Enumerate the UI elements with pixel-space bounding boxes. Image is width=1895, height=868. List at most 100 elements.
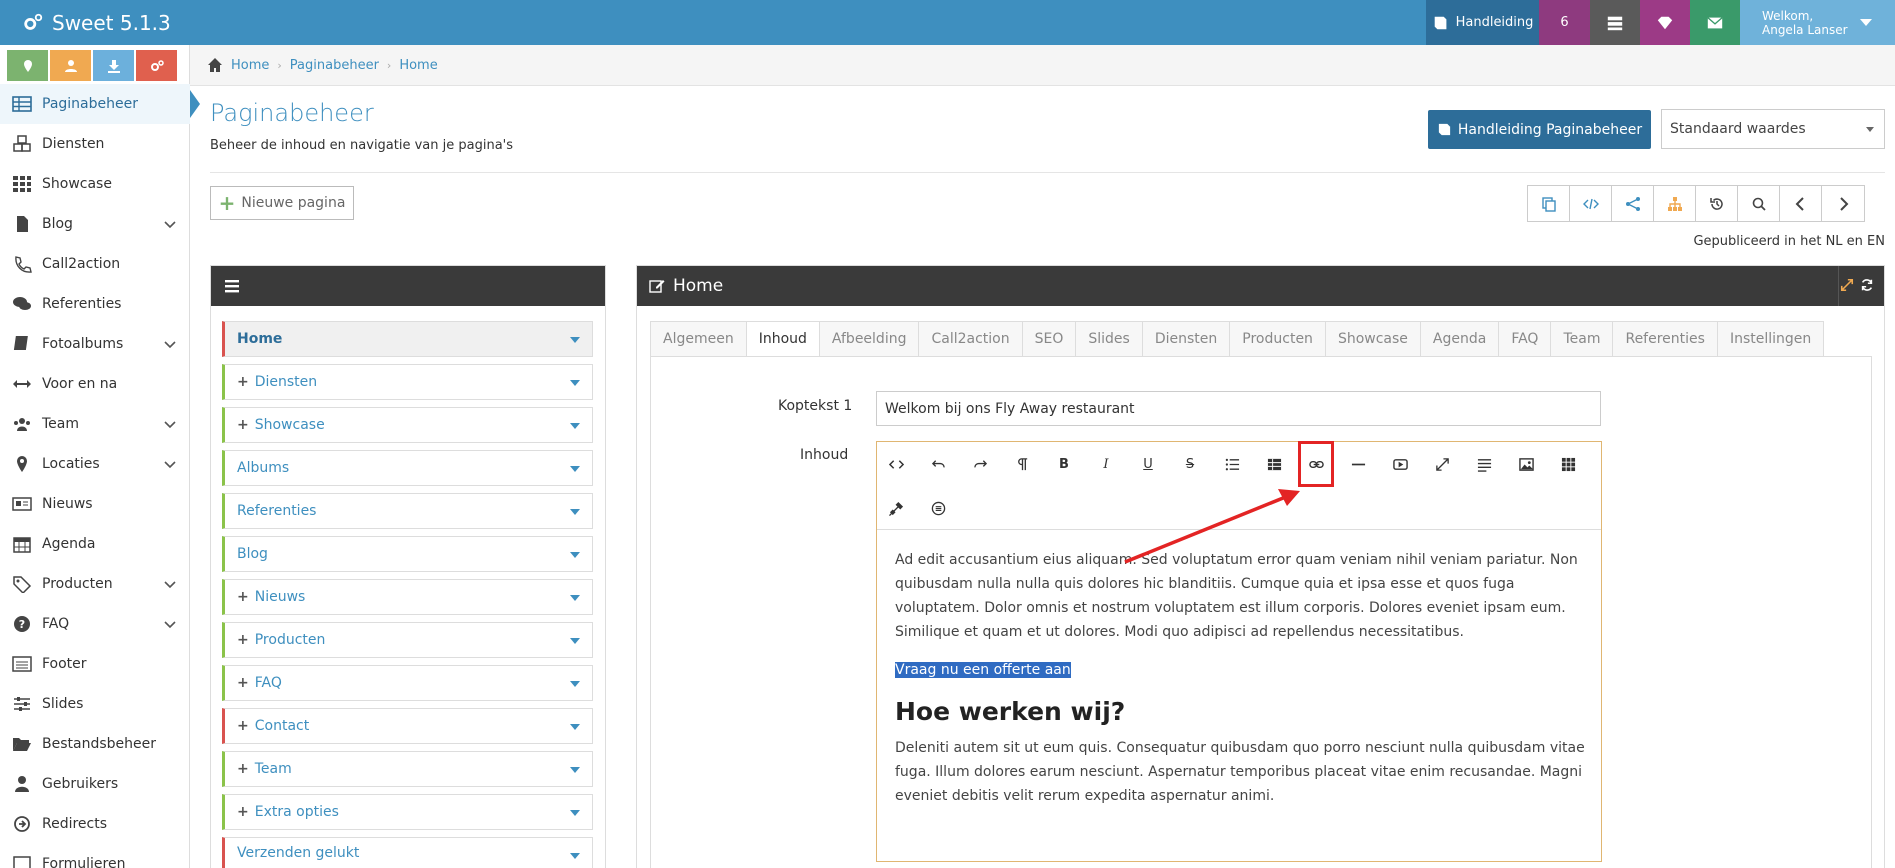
tree-item-albums[interactable]: Albums xyxy=(222,450,593,486)
tree-item-verzenden-gelukt[interactable]: Verzenden gelukt xyxy=(222,837,593,868)
breadcrumb-paginabeheer[interactable]: Paginabeheer xyxy=(290,58,379,73)
tree-item-showcase[interactable]: + Showcase xyxy=(222,407,593,443)
tab-inhoud[interactable]: Inhoud xyxy=(745,321,819,357)
tab-algemeen[interactable]: Algemeen xyxy=(650,321,746,357)
plus-icon[interactable]: + xyxy=(237,374,249,390)
history-button[interactable] xyxy=(1696,186,1738,221)
italic-button[interactable]: I xyxy=(1089,448,1123,480)
tab-faq[interactable]: FAQ xyxy=(1498,321,1551,357)
sidebar-item-voor-en-na[interactable]: Voor en na xyxy=(0,364,190,404)
previous-button[interactable] xyxy=(1780,186,1822,221)
caret-down-icon[interactable] xyxy=(570,767,580,773)
sidebar-item-agenda[interactable]: Agenda xyxy=(0,524,190,564)
tab-afbeelding[interactable]: Afbeelding xyxy=(818,321,919,357)
special-characters-button[interactable] xyxy=(921,492,955,524)
sidebar-item-slides[interactable]: Slides xyxy=(0,684,190,724)
video-button[interactable] xyxy=(1383,448,1417,480)
caret-down-icon[interactable] xyxy=(570,681,580,687)
redo-button[interactable] xyxy=(963,448,997,480)
page-manual-button[interactable]: Handleiding Paginabeheer xyxy=(1428,110,1651,149)
bullet-list-button[interactable] xyxy=(1215,448,1249,480)
sidebar-item-producten[interactable]: Producten xyxy=(0,564,190,604)
breadcrumb-home[interactable]: Home xyxy=(231,58,269,73)
location-quick-button[interactable] xyxy=(7,50,48,81)
plus-icon[interactable]: + xyxy=(237,589,249,605)
caret-down-icon[interactable] xyxy=(570,638,580,644)
sidebar-item-showcase[interactable]: Showcase xyxy=(0,164,190,204)
copy-button[interactable] xyxy=(1528,186,1570,221)
underline-button[interactable]: U xyxy=(1131,448,1165,480)
plus-icon[interactable]: + xyxy=(237,718,249,734)
strikethrough-button[interactable]: S xyxy=(1173,448,1207,480)
defaults-select[interactable]: Standaard waardes xyxy=(1661,109,1885,149)
plus-icon[interactable]: + xyxy=(237,675,249,691)
tab-referenties[interactable]: Referenties xyxy=(1612,321,1717,357)
caret-down-icon[interactable] xyxy=(570,552,580,558)
hamburger-icon[interactable] xyxy=(224,278,240,294)
sidebar-item-bestandsbeheer[interactable]: Bestandsbeheer xyxy=(0,724,190,764)
selected-link-text[interactable]: Vraag nu een offerte aan xyxy=(895,662,1071,678)
next-button[interactable] xyxy=(1822,186,1864,221)
tab-seo[interactable]: SEO xyxy=(1021,321,1076,357)
caret-down-icon[interactable] xyxy=(570,380,580,386)
plus-icon[interactable]: + xyxy=(237,632,249,648)
table-button[interactable] xyxy=(1257,448,1291,480)
settings-quick-button[interactable] xyxy=(136,50,177,81)
sidebar-item-redirects[interactable]: Redirects xyxy=(0,804,190,844)
user-menu[interactable]: Welkom, Angela Lanser xyxy=(1740,0,1895,45)
caret-down-icon[interactable] xyxy=(570,509,580,515)
plus-icon[interactable]: + xyxy=(237,804,249,820)
sidebar-item-faq[interactable]: ? FAQ xyxy=(0,604,190,644)
paragraph-button[interactable] xyxy=(1005,448,1039,480)
horizontal-rule-button[interactable] xyxy=(1341,448,1375,480)
sidebar-item-team[interactable]: Team xyxy=(0,404,190,444)
sidebar-item-blog[interactable]: Blog xyxy=(0,204,190,244)
sidebar-item-formulieren[interactable]: Formulieren xyxy=(0,844,190,868)
editor-content[interactable]: Ad edit accusantium eius aliquam. Sed vo… xyxy=(895,548,1585,822)
align-button[interactable] xyxy=(1467,448,1501,480)
tab-team[interactable]: Team xyxy=(1550,321,1613,357)
tree-item-nieuws[interactable]: + Nieuws xyxy=(222,579,593,615)
heading-input[interactable]: Welkom bij ons Fly Away restaurant xyxy=(876,391,1601,426)
tree-item-faq[interactable]: + FAQ xyxy=(222,665,593,701)
grid-button[interactable] xyxy=(1551,448,1585,480)
tab-call2action[interactable]: Call2action xyxy=(918,321,1022,357)
caret-down-icon[interactable] xyxy=(570,466,580,472)
new-page-button[interactable]: + Nieuwe pagina xyxy=(210,186,354,220)
caret-down-icon[interactable] xyxy=(570,337,580,343)
sidebar-item-footer[interactable]: Footer xyxy=(0,644,190,684)
caret-down-icon[interactable] xyxy=(570,724,580,730)
database-button[interactable] xyxy=(1590,0,1640,45)
share-button[interactable] xyxy=(1612,186,1654,221)
refresh-icon[interactable] xyxy=(1860,278,1874,292)
fullscreen-button[interactable] xyxy=(1425,448,1459,480)
caret-down-icon[interactable] xyxy=(570,423,580,429)
plus-icon[interactable]: + xyxy=(237,761,249,777)
link-button[interactable] xyxy=(1298,441,1334,487)
manual-button[interactable]: Handleiding xyxy=(1426,0,1539,45)
caret-down-icon[interactable] xyxy=(570,810,580,816)
diamond-button[interactable] xyxy=(1640,0,1690,45)
sidebar-item-referenties[interactable]: Referenties xyxy=(0,284,190,324)
undo-button[interactable] xyxy=(921,448,955,480)
user-quick-button[interactable] xyxy=(50,50,91,81)
tab-slides[interactable]: Slides xyxy=(1075,321,1142,357)
sitemap-button[interactable] xyxy=(1654,186,1696,221)
plugin-button[interactable] xyxy=(879,492,913,524)
caret-down-icon[interactable] xyxy=(570,853,580,859)
sidebar-item-locaties[interactable]: Locaties xyxy=(0,444,190,484)
mail-button[interactable] xyxy=(1690,0,1740,45)
tree-item-blog[interactable]: Blog xyxy=(222,536,593,572)
tab-producten[interactable]: Producten xyxy=(1229,321,1325,357)
app-brand[interactable]: Sweet 5.1.3 xyxy=(22,0,171,45)
tab-diensten[interactable]: Diensten xyxy=(1141,321,1230,357)
tab-instellingen[interactable]: Instellingen xyxy=(1716,321,1825,357)
sidebar-item-paginabeheer[interactable]: Paginabeheer xyxy=(0,84,200,124)
tree-item-producten[interactable]: + Producten xyxy=(222,622,593,658)
sidebar-item-diensten[interactable]: Diensten xyxy=(0,124,190,164)
tab-showcase[interactable]: Showcase xyxy=(1324,321,1420,357)
tree-item-team[interactable]: + Team xyxy=(222,751,593,787)
image-button[interactable] xyxy=(1509,448,1543,480)
search-button[interactable] xyxy=(1738,186,1780,221)
plus-icon[interactable]: + xyxy=(237,417,249,433)
